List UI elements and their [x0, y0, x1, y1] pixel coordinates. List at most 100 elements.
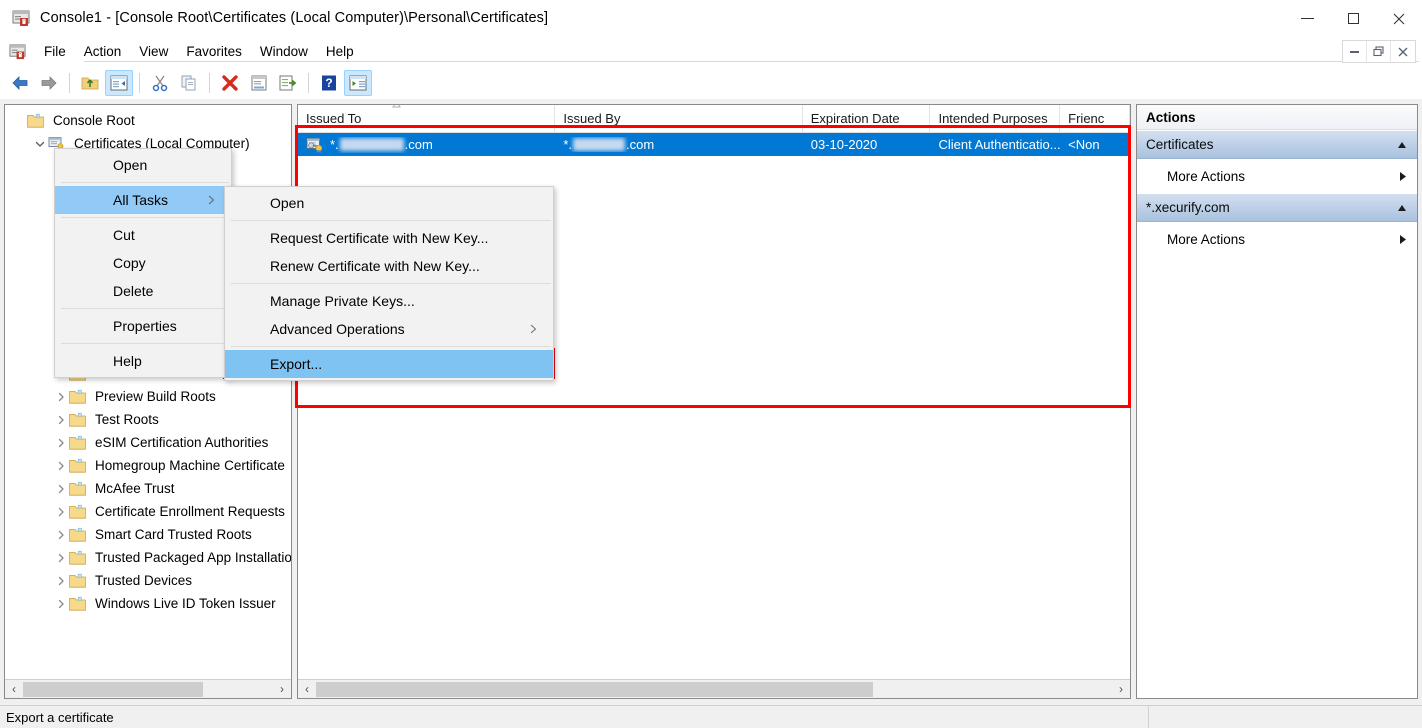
list-scroll-track[interactable] [316, 681, 1112, 698]
list-scroll-left-button[interactable]: ‹ [298, 680, 316, 698]
menu-item-label: Request Certificate with New Key... [270, 230, 488, 246]
table-row[interactable]: *..com*..com03-10-2020Client Authenticat… [298, 133, 1130, 156]
chevron-right-icon[interactable] [53, 481, 69, 497]
menu-help[interactable]: Help [317, 40, 363, 63]
tree-scroll-right-button[interactable]: › [273, 680, 291, 698]
menu-item-manage-private-keys[interactable]: Manage Private Keys... [225, 287, 553, 315]
menu-item-label: Open [270, 195, 304, 211]
actions-item-more-actions-certificates[interactable]: More Actions [1137, 159, 1417, 193]
window-minimize-button[interactable] [1284, 0, 1330, 37]
mmc-console-icon [9, 43, 26, 60]
folder-icon [27, 113, 50, 128]
window-maximize-button[interactable] [1330, 0, 1376, 37]
menu-item-cut[interactable]: Cut [55, 221, 231, 249]
up-one-level-button[interactable] [76, 70, 104, 96]
help-button[interactable]: ? [315, 70, 343, 96]
column-header-issued-to[interactable]: Issued To [298, 105, 555, 132]
chevron-right-icon[interactable] [53, 504, 69, 520]
menu-view[interactable]: View [130, 40, 177, 63]
cut-button[interactable] [146, 70, 174, 96]
tree-item-mcafee-trust[interactable]: McAfee Trust [5, 477, 291, 500]
chevron-up-icon[interactable] [1397, 141, 1407, 149]
tree-item-smart-card-trusted-roots[interactable]: Smart Card Trusted Roots [5, 523, 291, 546]
menu-item-copy[interactable]: Copy [55, 249, 231, 277]
menu-item-label: Delete [113, 283, 153, 299]
tree-scroll-left-button[interactable]: ‹ [5, 680, 23, 698]
folder-icon [69, 550, 92, 565]
column-header-issued-by[interactable]: Issued By [555, 105, 802, 132]
context-menu: Open All Tasks Cut Copy Delete Properties Help [54, 148, 232, 378]
list-scroll-right-button[interactable]: › [1112, 680, 1130, 698]
menu-separator [61, 182, 229, 183]
actions-group-header-certificates[interactable]: Certificates [1137, 130, 1417, 159]
menu-item-properties[interactable]: Properties [55, 312, 231, 340]
status-bar-divider [1148, 706, 1149, 728]
column-header-label: Issued To [306, 111, 361, 126]
chevron-right-icon[interactable] [53, 596, 69, 612]
menu-item-label: Cut [113, 227, 135, 243]
mdi-minimize-button[interactable] [1343, 41, 1367, 62]
menu-action[interactable]: Action [75, 40, 131, 63]
window-close-button[interactable] [1376, 0, 1422, 37]
list-scroll-thumb[interactable] [316, 682, 873, 697]
mdi-restore-button[interactable] [1367, 41, 1391, 62]
menu-file[interactable]: File [35, 40, 75, 63]
show-hide-console-tree-button[interactable] [105, 70, 133, 96]
chevron-right-icon[interactable] [53, 527, 69, 543]
column-header-intended-purposes[interactable]: Intended Purposes [930, 105, 1060, 132]
menu-item-help[interactable]: Help [55, 347, 231, 375]
menu-item-renew-certificate-with-new-key[interactable]: Renew Certificate with New Key... [225, 252, 553, 280]
menu-window[interactable]: Window [251, 40, 317, 63]
chevron-down-icon[interactable] [32, 136, 48, 152]
menu-item-request-certificate-with-new-key[interactable]: Request Certificate with New Key... [225, 224, 553, 252]
column-header-label: Expiration Date [811, 111, 900, 126]
menu-item-export[interactable]: Export... [225, 350, 553, 378]
tree-item-preview-build-roots[interactable]: Preview Build Roots [5, 385, 291, 408]
list-horizontal-scrollbar[interactable]: ‹ › [298, 679, 1130, 698]
tree-item-trusted-devices[interactable]: Trusted Devices [5, 569, 291, 592]
show-action-pane-button[interactable] [344, 70, 372, 96]
tree-scroll-track[interactable] [23, 681, 273, 698]
tree-horizontal-scrollbar[interactable]: ‹ › [5, 679, 291, 698]
actions-item-more-actions-certificate[interactable]: More Actions [1137, 222, 1417, 256]
chevron-right-icon[interactable] [53, 435, 69, 451]
delete-button[interactable] [216, 70, 244, 96]
chevron-right-icon[interactable] [53, 412, 69, 428]
menu-item-open[interactable]: Open [225, 189, 553, 217]
toolbar: ? [0, 66, 1422, 99]
actions-group-header-certificate[interactable]: *.xecurify.com [1137, 193, 1417, 222]
tree-item-homegroup-machine-certificate[interactable]: Homegroup Machine Certificate [5, 454, 291, 477]
chevron-right-icon[interactable] [53, 573, 69, 589]
chevron-right-icon[interactable] [53, 550, 69, 566]
toolbar-separator [209, 73, 210, 93]
tree-item-windows-live-id-token-issuer[interactable]: Windows Live ID Token Issuer [5, 592, 291, 615]
column-header-expiration-date[interactable]: Expiration Date [803, 105, 931, 132]
copy-button[interactable] [175, 70, 203, 96]
tree-item-label: Windows Live ID Token Issuer [92, 595, 279, 612]
column-header-frienc[interactable]: Frienc [1060, 105, 1130, 132]
menu-item-advanced-operations[interactable]: Advanced Operations [225, 315, 553, 343]
menu-item-delete[interactable]: Delete [55, 277, 231, 305]
menu-item-open[interactable]: Open [55, 151, 231, 179]
export-list-button[interactable] [274, 70, 302, 96]
back-button[interactable] [6, 70, 34, 96]
menu-separator [61, 308, 229, 309]
menu-separator [231, 220, 551, 221]
tree-item-esim-certification-authorities[interactable]: eSIM Certification Authorities [5, 431, 291, 454]
menu-item-all-tasks[interactable]: All Tasks [55, 186, 231, 214]
forward-button[interactable] [35, 70, 63, 96]
menu-favorites[interactable]: Favorites [177, 40, 251, 63]
tree-item-certificate-enrollment-requests[interactable]: Certificate Enrollment Requests [5, 500, 291, 523]
chevron-right-icon[interactable] [53, 389, 69, 405]
properties-button[interactable] [245, 70, 273, 96]
tree-item-label: Trusted Devices [92, 572, 195, 589]
chevron-right-icon[interactable] [53, 458, 69, 474]
chevron-right-icon [208, 195, 215, 205]
tree-item-test-roots[interactable]: Test Roots [5, 408, 291, 431]
menu-separator [231, 283, 551, 284]
tree-item-trusted-packaged-app-installatio[interactable]: Trusted Packaged App Installatio [5, 546, 291, 569]
chevron-up-icon[interactable] [1397, 204, 1407, 212]
tree-item-console-root[interactable]: Console Root [5, 109, 291, 132]
mdi-close-button[interactable] [1391, 41, 1415, 62]
tree-scroll-thumb[interactable] [23, 682, 203, 697]
